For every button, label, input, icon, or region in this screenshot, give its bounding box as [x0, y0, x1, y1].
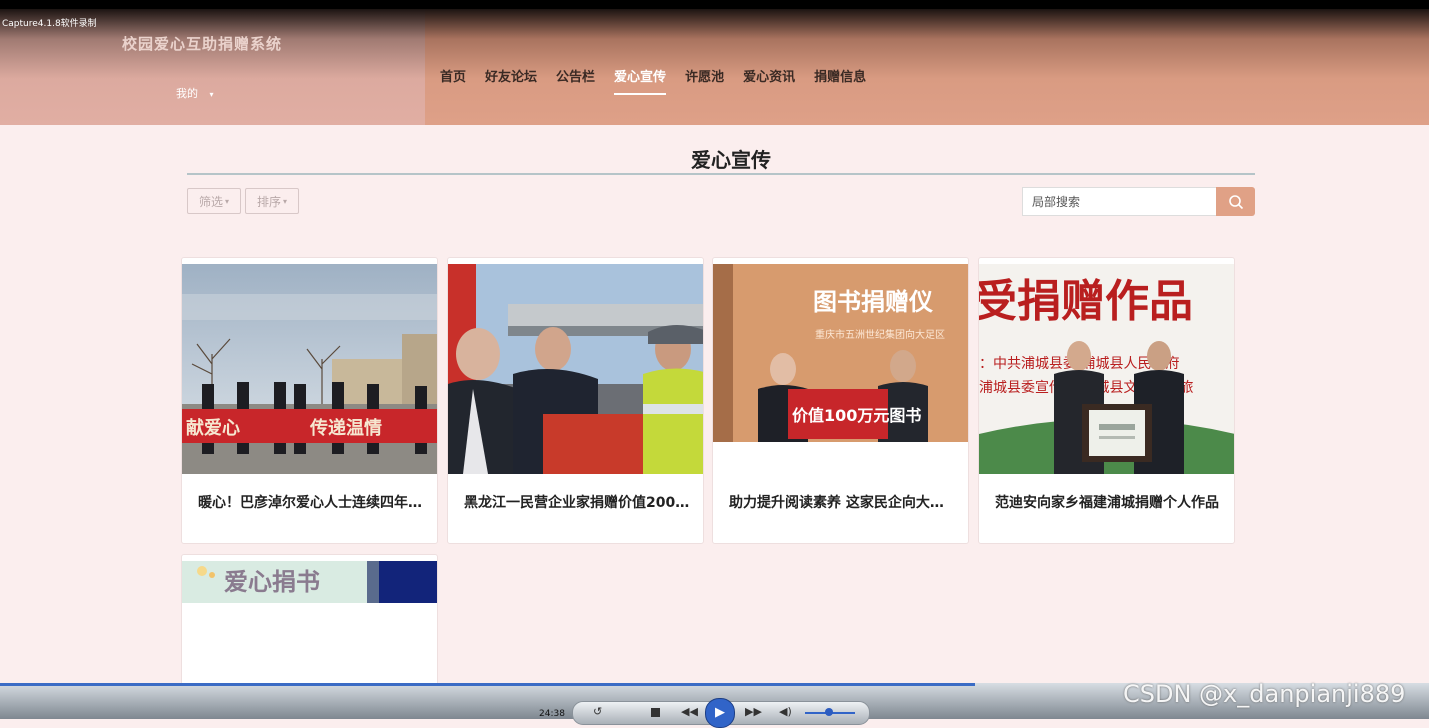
article-title[interactable]: 暖心！巴彦淖尔爱心人士连续四年为环卫工人送温暖 — [198, 492, 424, 512]
banner-text-right: 传递温情 — [309, 417, 382, 439]
article-title[interactable]: 黑龙江一民营企业家捐赠价值200万元物资 — [464, 492, 690, 512]
filter-label: 筛选 — [198, 194, 223, 209]
fast-forward-icon[interactable]: ▶▶ — [745, 705, 762, 718]
nav-item-promotion[interactable]: 爱心宣传 — [614, 66, 667, 95]
nav-item-wish-pool[interactable]: 许愿池 — [685, 66, 724, 95]
search-icon — [1228, 194, 1243, 209]
volume-knob[interactable] — [825, 708, 833, 716]
search-button[interactable] — [1216, 187, 1255, 216]
sort-label: 排序 — [256, 194, 281, 209]
donation-check-text: 价值100万元图书 — [792, 406, 921, 425]
recorder-label: Capture4.1.8软件录制 — [2, 19, 97, 29]
filter-dropdown[interactable]: 筛选 ▾ — [187, 188, 241, 214]
article-card[interactable]: 受捐赠作品 ：中共浦城县委 浦城县人民政府 浦城县委宣传部 浦城县文体育和旅 范… — [978, 257, 1235, 544]
article-image: 图书捐赠仪 重庆市五洲世纪集团向大足区 价值100万元图书 — [713, 264, 968, 474]
watermark: CSDN @x_danpianji889 — [1123, 680, 1406, 708]
backdrop-headline: 图书捐赠仪 — [813, 288, 934, 316]
image-caption: 爱心捐书 — [224, 568, 320, 596]
play-icon[interactable]: ▶ — [705, 698, 735, 728]
sort-dropdown[interactable]: 排序 ▾ — [245, 188, 299, 214]
banner-text-left: 献爱心 — [186, 417, 240, 439]
volume-icon[interactable]: ◀) — [779, 705, 792, 718]
article-image: 献爱心 传递温情 — [182, 264, 437, 474]
nav-item-notice[interactable]: 公告栏 — [556, 66, 595, 95]
player-controls: ↺ ◀◀ ▶ ▶▶ ◀) — [572, 698, 870, 728]
site-title: 校园爱心互助捐赠系统 — [122, 35, 283, 53]
rewind-icon[interactable]: ◀◀ — [681, 705, 698, 718]
article-card[interactable]: 黑龙江一民营企业家捐赠价值200万元物资 — [447, 257, 704, 544]
caret-down-icon: ▾ — [209, 90, 214, 99]
player-progress[interactable] — [0, 683, 975, 686]
page-title: 爱心宣传 — [691, 148, 771, 172]
nav-item-donation-info[interactable]: 捐赠信息 — [814, 66, 866, 95]
article-image: 受捐赠作品 ：中共浦城县委 浦城县人民政府 浦城县委宣传部 浦城县文体育和旅 — [979, 264, 1234, 474]
header-nav-panel: 首页 好友论坛 公告栏 爱心宣传 许愿池 爱心资讯 捐赠信息 — [425, 9, 1429, 125]
search-input[interactable] — [1022, 187, 1217, 216]
article-card[interactable]: 献爱心 传递温情 暖心！巴彦淖尔爱心人士连续四年为环卫工人送温暖 — [181, 257, 438, 544]
stop-icon[interactable] — [651, 708, 660, 717]
article-card[interactable]: 图书捐赠仪 重庆市五洲世纪集团向大足区 价值100万元图书 助力提升阅读素养 这… — [712, 257, 969, 544]
article-title[interactable]: 范迪安向家乡福建浦城捐赠个人作品 — [995, 492, 1221, 512]
backdrop-headline: 受捐赠作品 — [979, 276, 1193, 327]
nav-item-home[interactable]: 首页 — [440, 66, 466, 95]
my-menu[interactable]: 我的 ▾ — [176, 85, 214, 101]
article-image — [448, 264, 703, 474]
caret-down-icon: ▾ — [225, 196, 230, 206]
nav-item-news[interactable]: 爱心资讯 — [743, 66, 795, 95]
backdrop-subline: 重庆市五洲世纪集团向大足区 — [815, 328, 945, 341]
article-title[interactable]: 助力提升阅读素养 这家民企向大足区捐赠图书 — [729, 492, 955, 512]
nav-item-forum[interactable]: 好友论坛 — [485, 66, 537, 95]
article-image: 爱心捐书 — [182, 561, 437, 603]
loop-icon[interactable]: ↺ — [593, 705, 602, 718]
player-time: 24:38 — [539, 709, 565, 719]
main-nav: 首页 好友论坛 公告栏 爱心宣传 许愿池 爱心资讯 捐赠信息 — [440, 66, 866, 95]
my-menu-label: 我的 — [176, 87, 198, 100]
window-top-strip — [0, 0, 1429, 9]
caret-down-icon: ▾ — [283, 196, 288, 206]
title-divider — [187, 173, 1255, 175]
